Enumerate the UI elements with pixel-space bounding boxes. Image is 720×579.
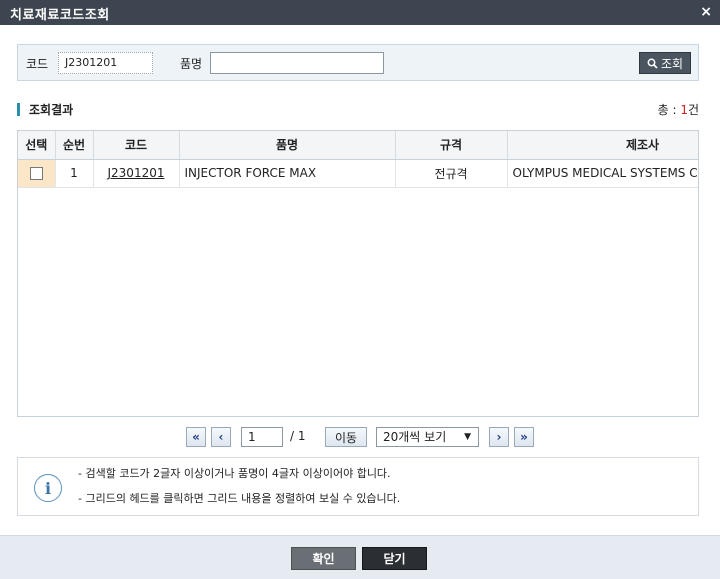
row-code-cell: J2301201 <box>93 159 180 188</box>
row-no: 1 <box>55 159 94 188</box>
results-header: 조회결과 총 : 1건 <box>17 100 699 118</box>
row-name: INJECTOR FORCE MAX <box>179 159 396 188</box>
pagination: « ‹ 1 / 1 이동 20개씩 보기 ▼ › » <box>0 427 720 449</box>
code-input[interactable]: J2301201 <box>58 52 153 74</box>
close-button[interactable]: 닫기 <box>362 547 427 570</box>
page-input[interactable]: 1 <box>241 427 283 447</box>
close-icon[interactable]: × <box>700 4 712 20</box>
row-maker: OLYMPUS MEDICAL SYSTEMS CORP. <box>507 159 698 188</box>
total-count-value: 1 <box>680 103 688 117</box>
search-panel: 코드 J2301201 품명 조회 <box>17 44 699 81</box>
search-icon <box>647 58 658 69</box>
header-name[interactable]: 품명 <box>179 131 396 160</box>
name-label: 품명 <box>180 57 203 71</box>
total-pages: / 1 <box>290 429 306 443</box>
confirm-button[interactable]: 확인 <box>291 547 356 570</box>
next-page-button[interactable]: › <box>489 427 509 447</box>
code-label: 코드 <box>26 57 49 71</box>
header-maker[interactable]: 제조사 <box>507 131 698 160</box>
prev-page-button[interactable]: ‹ <box>211 427 231 447</box>
select-cell <box>18 159 56 188</box>
last-page-button[interactable]: » <box>514 427 534 447</box>
total-prefix: 총 : <box>657 103 681 117</box>
window-title: 치료재료코드조회 <box>10 8 110 23</box>
footer-bar: 확인 닫기 <box>0 535 720 579</box>
total-count: 총 : 1건 <box>658 101 699 118</box>
header-spec[interactable]: 규격 <box>395 131 508 160</box>
first-page-button[interactable]: « <box>186 427 206 447</box>
section-marker <box>17 103 20 116</box>
info-icon: i <box>34 474 62 502</box>
header-code[interactable]: 코드 <box>93 131 180 160</box>
results-title: 조회결과 <box>29 103 74 117</box>
row-code-link[interactable]: J2301201 <box>108 166 165 180</box>
chevron-down-icon: ▼ <box>464 432 471 442</box>
title-bar: 치료재료코드조회 × <box>0 0 720 25</box>
info-box: i - 검색할 코드가 2글자 이상이거나 품명이 4글자 이상이어야 합니다.… <box>17 457 699 516</box>
row-spec: 전규격 <box>395 159 508 188</box>
search-button[interactable]: 조회 <box>639 52 691 74</box>
go-page-button[interactable]: 이동 <box>325 427 367 447</box>
row-checkbox[interactable] <box>29 167 43 180</box>
page-size-select[interactable]: 20개씩 보기 ▼ <box>376 427 479 447</box>
grid-header-row: 선택 순번 코드 품명 규격 제조사 <box>18 131 698 160</box>
name-input[interactable] <box>210 52 384 74</box>
header-select[interactable]: 선택 <box>18 131 56 160</box>
table-row[interactable]: 1 J2301201 INJECTOR FORCE MAX 전규격 OLYMPU… <box>18 159 698 188</box>
page-size-value: 20개씩 보기 <box>383 430 447 444</box>
results-grid[interactable]: 선택 순번 코드 품명 규격 제조사 1 J2301201 INJECTOR F… <box>17 130 699 417</box>
info-line-1: - 검색할 코드가 2글자 이상이거나 품명이 4글자 이상이어야 합니다. <box>78 467 391 480</box>
header-no[interactable]: 순번 <box>55 131 94 160</box>
info-line-2: - 그리드의 헤드를 클릭하면 그리드 내용을 정렬하여 보실 수 있습니다. <box>78 492 401 505</box>
total-suffix: 건 <box>687 103 699 117</box>
search-button-label: 조회 <box>660 56 684 71</box>
